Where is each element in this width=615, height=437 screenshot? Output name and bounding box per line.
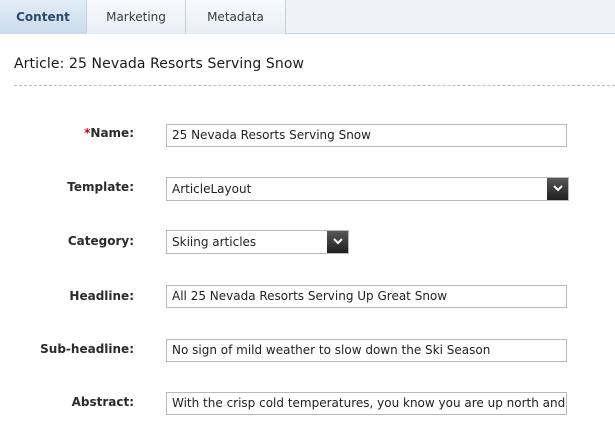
template-dropdown-button[interactable]	[547, 178, 568, 200]
chevron-down-icon	[553, 185, 563, 192]
category-dropdown-button[interactable]	[327, 231, 348, 253]
tab-content[interactable]: Content	[0, 0, 87, 34]
subheadline-label: Sub-headline:	[40, 342, 134, 356]
subheadline-field[interactable]: No sign of mild weather to slow down the…	[166, 339, 567, 362]
template-select-value: ArticleLayout	[172, 182, 252, 196]
template-select[interactable]: ArticleLayout	[166, 177, 569, 201]
tab-metadata[interactable]: Metadata	[186, 0, 286, 34]
title-divider	[14, 85, 615, 86]
category-select[interactable]: Skiing articles	[166, 230, 349, 254]
headline-label: Headline:	[69, 289, 134, 303]
name-label: *Name:	[14, 126, 134, 140]
tab-marketing[interactable]: Marketing	[87, 0, 186, 34]
page-title: Article: 25 Nevada Resorts Serving Snow	[14, 56, 305, 72]
headline-field[interactable]: All 25 Nevada Resorts Serving Up Great S…	[166, 285, 567, 308]
name-field[interactable]: 25 Nevada Resorts Serving Snow	[166, 124, 567, 147]
chevron-down-icon	[333, 238, 343, 245]
tab-bar: Content Marketing Metadata	[0, 0, 615, 34]
category-select-value: Skiing articles	[172, 235, 257, 249]
template-label: Template:	[67, 180, 134, 194]
abstract-label: Abstract:	[71, 395, 134, 409]
abstract-field[interactable]: With the crisp cold temperatures, you kn…	[166, 392, 567, 415]
category-label: Category:	[67, 234, 134, 248]
name-label-text: Name:	[90, 126, 134, 140]
